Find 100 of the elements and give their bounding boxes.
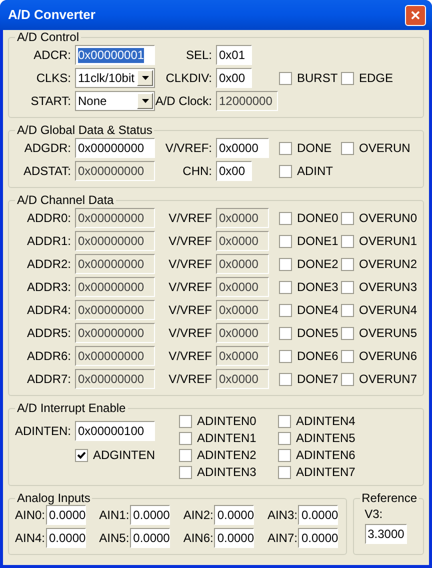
field-label: ADCR:	[32, 47, 72, 64]
field-label: V/VREF:	[164, 140, 213, 157]
checkbox[interactable]	[179, 415, 192, 428]
checkbox[interactable]	[341, 304, 354, 316]
close-button[interactable]: ✕	[405, 4, 426, 26]
text-field[interactable]: 0x0000	[216, 254, 269, 274]
checkbox-label: OVERUN	[359, 142, 410, 154]
text-field[interactable]: 0.0000	[46, 528, 86, 548]
checkbox-label: DONE7	[297, 372, 338, 386]
field-label: AIN2:	[183, 507, 212, 524]
field-label: V/VREF	[168, 256, 213, 273]
field-label: AIN0:	[15, 507, 44, 524]
group-title: A/D Channel Data	[16, 194, 115, 207]
text-field[interactable]: 12000000	[216, 91, 278, 111]
checkbox[interactable]	[279, 142, 292, 154]
text-field[interactable]: 0x00000000	[75, 161, 155, 181]
checkbox-label: ADINTEN0	[197, 415, 256, 428]
text-field[interactable]: 0x00000100	[75, 421, 155, 441]
checkbox[interactable]	[341, 72, 354, 84]
checkbox[interactable]	[279, 280, 292, 294]
checkbox[interactable]	[278, 449, 291, 462]
checkbox[interactable]	[179, 449, 192, 462]
text-field[interactable]: 0x0000	[216, 323, 269, 343]
checkbox[interactable]	[341, 280, 354, 294]
text-field[interactable]: 0x00000000	[75, 138, 155, 158]
checkbox-label: OVERUN7	[359, 372, 418, 386]
field-label: CLKS:	[35, 70, 72, 87]
text-field[interactable]: 0.0000	[130, 505, 170, 525]
text-field[interactable]: 0.0000	[214, 505, 254, 525]
checkbox[interactable]	[75, 449, 88, 462]
checkbox[interactable]	[279, 212, 292, 224]
text-field[interactable]: 3.3000	[364, 524, 407, 544]
dropdown[interactable]: None	[75, 91, 155, 111]
checkbox[interactable]	[341, 234, 354, 248]
field-label: V/VREF	[168, 233, 213, 250]
checkbox-label: ADINTEN2	[197, 449, 256, 462]
checkbox[interactable]	[341, 372, 354, 386]
text-field[interactable]: 0x0000	[216, 208, 269, 228]
text-field[interactable]: 0x01	[216, 45, 252, 65]
field-label: ADDR4:	[26, 302, 72, 319]
field-label: ADDR6:	[26, 348, 72, 365]
checkbox[interactable]	[341, 212, 354, 224]
text-field[interactable]: 0.0000	[298, 528, 338, 548]
checkbox-label: OVERUN5	[359, 326, 418, 340]
field-label: AIN7:	[267, 530, 296, 547]
checkbox[interactable]	[341, 258, 354, 270]
field-label: V/VREF	[168, 371, 213, 388]
text-field[interactable]: 0x00000000	[75, 208, 155, 228]
checkbox-label: ADGINTEN	[93, 449, 156, 462]
text-field[interactable]: 0x00000001	[75, 45, 155, 65]
checkbox[interactable]	[179, 432, 192, 445]
dropdown[interactable]: 11clk/10bit	[75, 68, 155, 88]
checkbox[interactable]	[279, 350, 292, 362]
checkbox[interactable]	[279, 72, 292, 84]
checkbox[interactable]	[279, 326, 292, 340]
checkbox[interactable]	[341, 326, 354, 340]
text-field[interactable]: 0x00000000	[75, 300, 155, 320]
checkbox-label: DONE1	[297, 234, 338, 248]
checkbox-label: OVERUN4	[359, 304, 418, 316]
text-field[interactable]: 0x0000	[216, 277, 269, 297]
text-field[interactable]: 0x0000	[216, 138, 269, 158]
checkbox[interactable]	[278, 415, 291, 428]
field-label: CLKDIV:	[164, 70, 213, 87]
text-field[interactable]: 0x00000000	[75, 231, 155, 251]
text-field[interactable]: 0x0000	[216, 300, 269, 320]
field-label: START:	[30, 93, 72, 110]
checkbox-label: ADINTEN4	[296, 415, 356, 428]
text-field[interactable]: 0x00	[216, 161, 252, 181]
text-field[interactable]: 0x0000	[216, 369, 269, 389]
checkbox[interactable]	[278, 432, 291, 445]
text-field[interactable]: 0x0000	[216, 346, 269, 366]
text-field[interactable]: 0x00000000	[75, 346, 155, 366]
field-label: ADDR2:	[26, 256, 72, 273]
checkbox[interactable]	[279, 234, 292, 248]
text-field[interactable]: 0.0000	[214, 528, 254, 548]
checkbox[interactable]	[341, 350, 354, 362]
text-field[interactable]: 0x00000000	[75, 254, 155, 274]
text-field[interactable]: 0x00	[216, 68, 252, 88]
checkbox[interactable]	[279, 304, 292, 316]
checkbox[interactable]	[279, 164, 292, 178]
text-field[interactable]: 0.0000	[298, 505, 338, 525]
checkbox-label: OVERUN1	[359, 234, 418, 248]
checkbox[interactable]	[179, 466, 192, 479]
checkbox-label: ADINTEN3	[197, 466, 256, 479]
text-field[interactable]: 0x00000000	[75, 277, 155, 297]
checkbox-label: ADINT	[297, 164, 333, 178]
checkbox-label: DONE0	[297, 212, 338, 224]
checkbox[interactable]	[278, 466, 291, 479]
group-title: A/D Control	[16, 31, 80, 44]
text-field[interactable]: 0x0000	[216, 231, 269, 251]
checkbox[interactable]	[279, 372, 292, 386]
text-field[interactable]: 0.0000	[46, 505, 86, 525]
field-label: ADDR3:	[26, 279, 72, 296]
checkbox[interactable]	[341, 142, 354, 154]
text-field[interactable]: 0x00000000	[75, 323, 155, 343]
checkbox-label: ADINTEN5	[296, 432, 356, 445]
checkbox-label: ADINTEN1	[197, 432, 256, 445]
text-field[interactable]: 0.0000	[130, 528, 170, 548]
text-field[interactable]: 0x00000000	[75, 369, 155, 389]
checkbox[interactable]	[279, 258, 292, 270]
